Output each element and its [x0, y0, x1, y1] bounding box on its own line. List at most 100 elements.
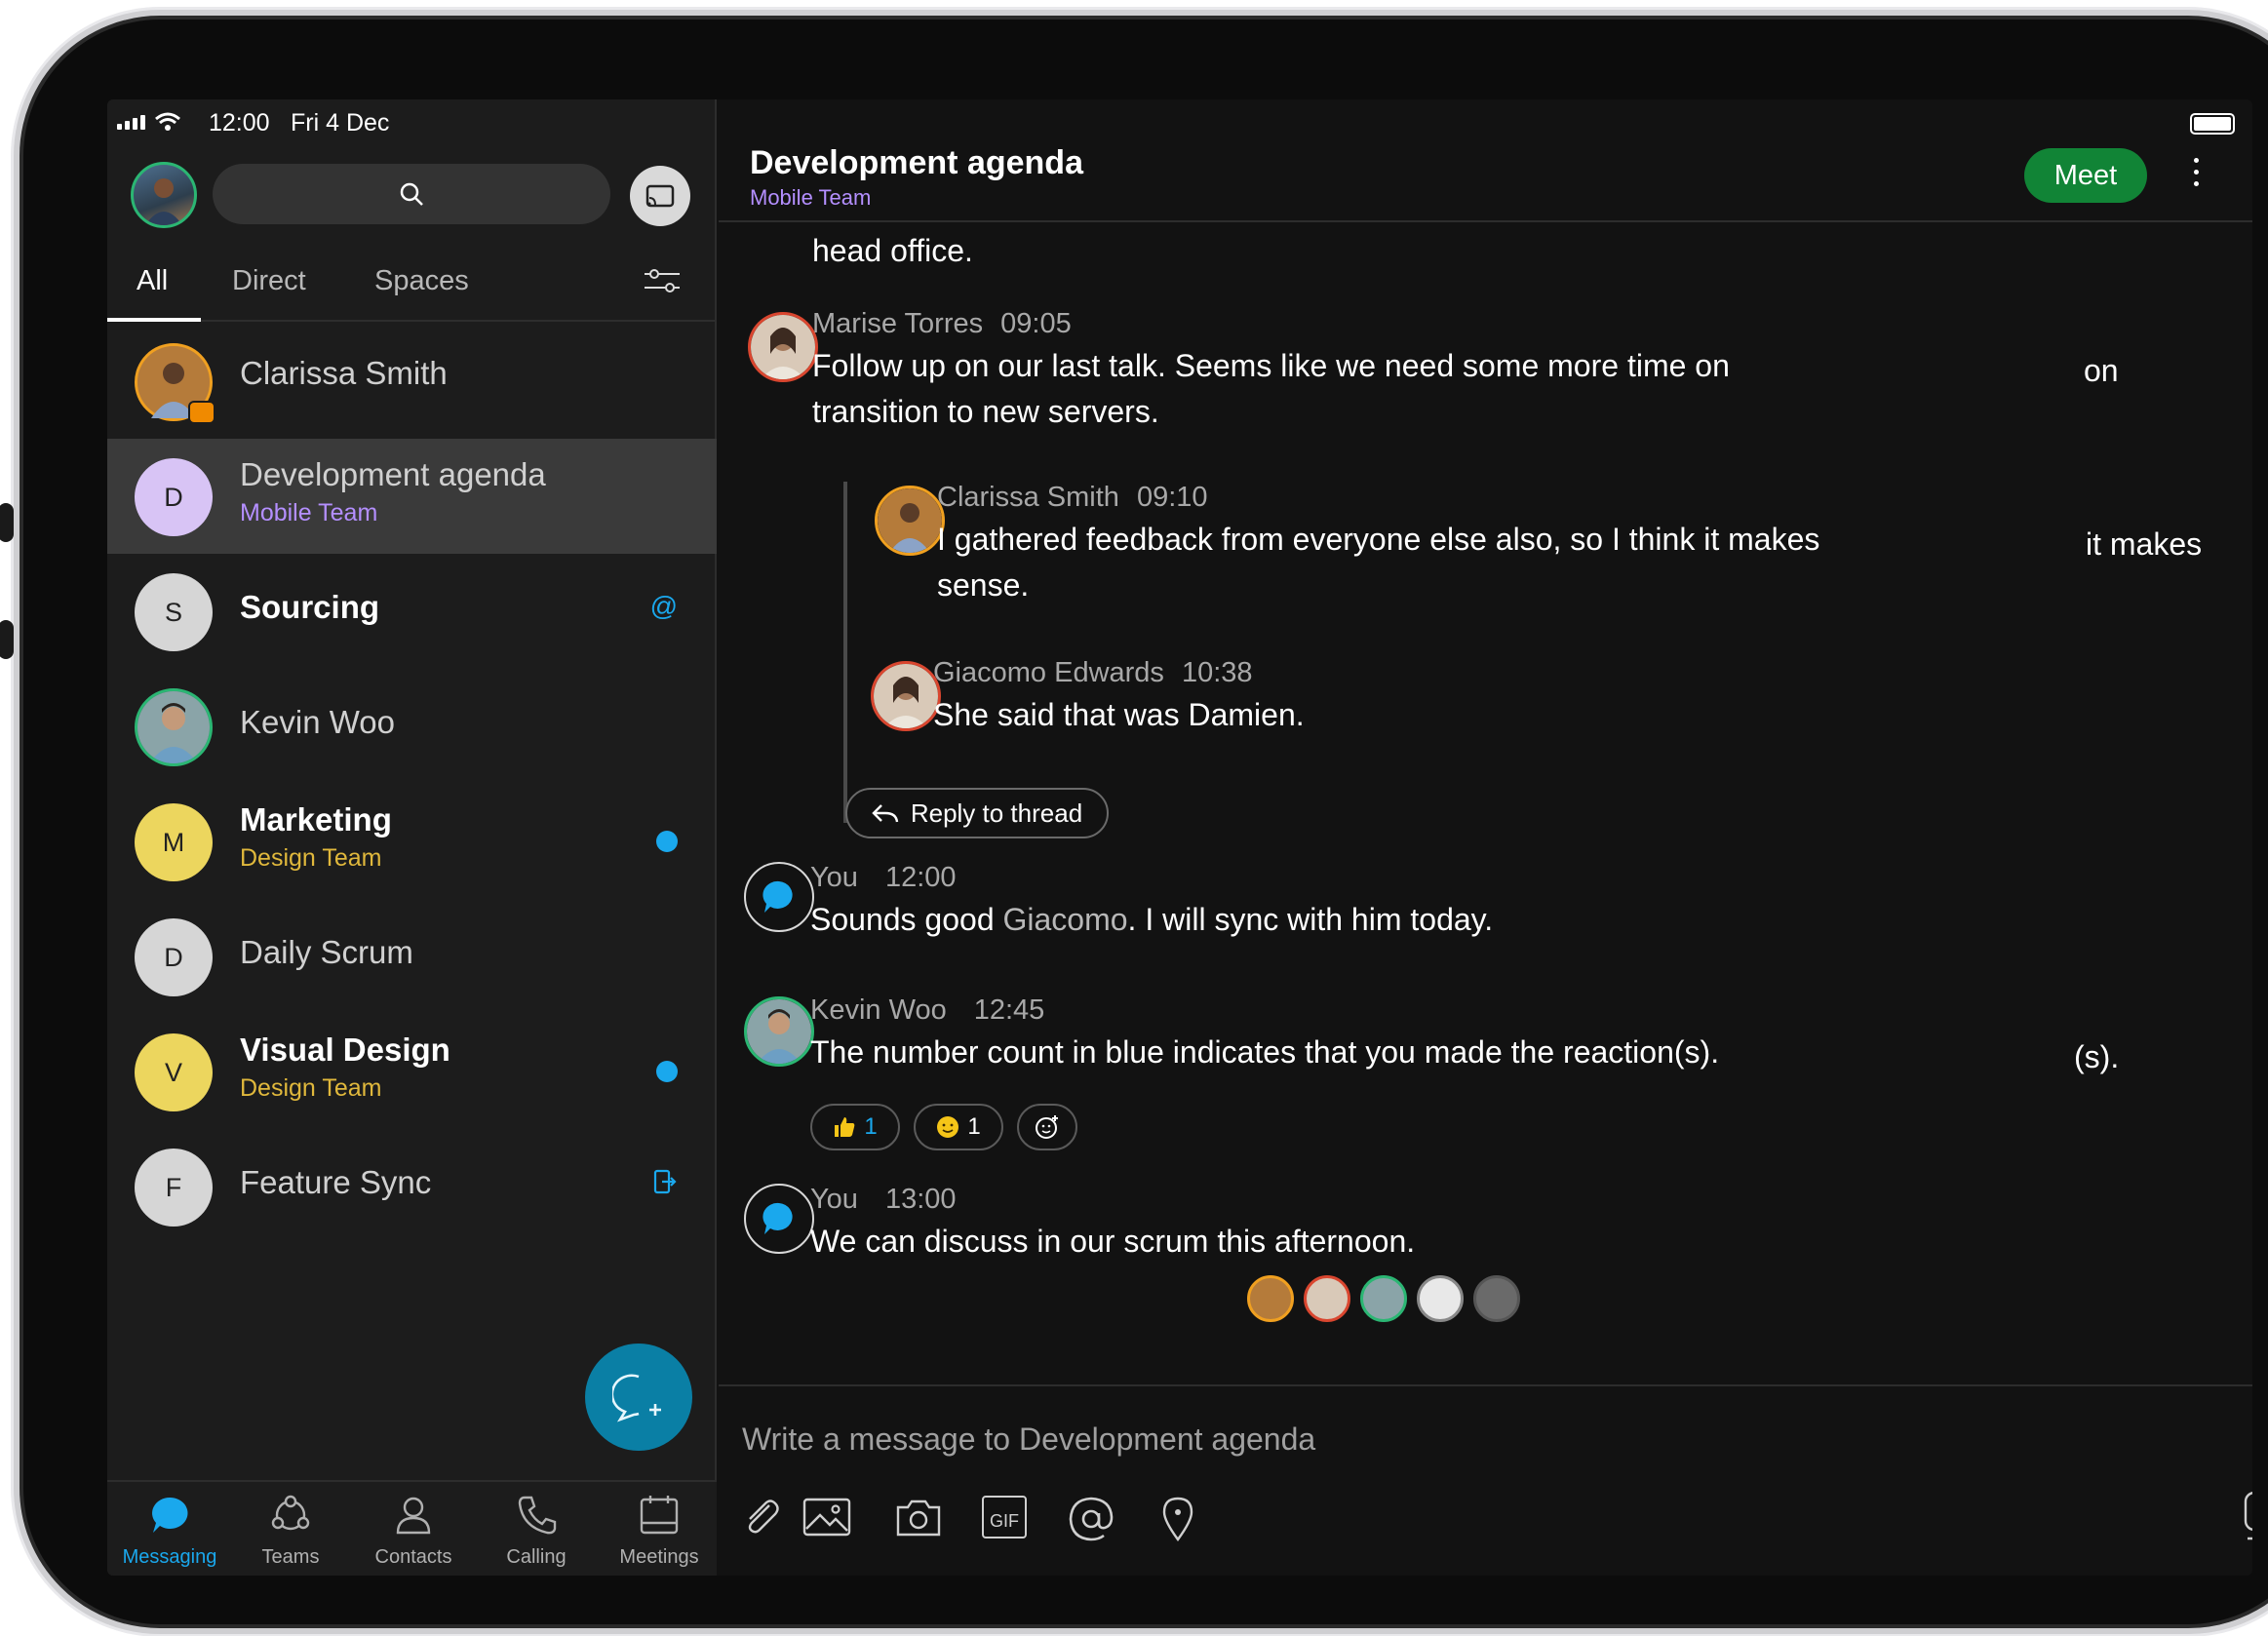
tab-spaces[interactable]: Spaces: [374, 265, 469, 297]
conversation-item-kevin-woo[interactable]: Kevin Woo: [107, 669, 717, 784]
unread-indicator: [656, 1061, 678, 1082]
conversation-tabs: All Direct Spaces: [107, 246, 717, 322]
conversation-item-sourcing[interactable]: S Sourcing @: [107, 554, 717, 669]
status-time: 12:00: [209, 109, 270, 136]
message-text: head office.: [812, 233, 973, 268]
tab-direct[interactable]: Direct: [232, 265, 306, 297]
conversation-item-development-agenda[interactable]: D Development agenda Mobile Team: [107, 439, 717, 554]
message-line: sense.: [937, 567, 1030, 603]
read-receipt-avatar: [1473, 1275, 1520, 1322]
thread-line: [843, 482, 847, 823]
message-composer: Write a message to Development agenda GI…: [719, 1384, 2252, 1576]
read-receipts[interactable]: [1247, 1275, 1520, 1322]
person-photo-icon: [878, 488, 942, 553]
tab-all[interactable]: All: [137, 265, 168, 297]
location-icon[interactable]: [1161, 1496, 1194, 1542]
person-photo-icon: [751, 315, 815, 379]
nav-meetings[interactable]: Meetings: [601, 1494, 718, 1569]
read-receipt-avatar: [1417, 1275, 1464, 1322]
tablet-frame: 12:00 Fri 4 Dec All Direct Spaces Claris…: [0, 10, 2268, 1634]
nav-messaging[interactable]: Messaging: [111, 1494, 228, 1569]
message-text-fragment: (s).: [2074, 1039, 2120, 1074]
gif-icon[interactable]: GIF: [982, 1496, 1027, 1539]
message-header: You 13:00: [810, 1184, 957, 1216]
nav-teams[interactable]: Teams: [232, 1494, 349, 1569]
reply-to-thread-button[interactable]: Reply to thread: [845, 788, 1109, 838]
avatar: V: [135, 1033, 213, 1111]
reaction-thumbs-up[interactable]: 1: [810, 1104, 900, 1150]
chat-header: Development agenda Mobile Team Meet: [719, 138, 2252, 222]
battery-icon: [2190, 113, 2235, 135]
sender-name: Marise Torres: [812, 308, 984, 339]
camera-icon[interactable]: [894, 1496, 943, 1539]
space-title: Development agenda: [750, 144, 1083, 181]
mention[interactable]: Giacomo: [1003, 902, 1128, 937]
conversation-item-visual-design[interactable]: V Visual Design Design Team: [107, 1014, 717, 1129]
more-options-icon[interactable]: [2194, 158, 2204, 193]
conversation-item-feature-sync[interactable]: F Feature Sync: [107, 1129, 717, 1244]
nav-calling[interactable]: Calling: [478, 1494, 595, 1569]
conversation-title: Marketing: [240, 801, 392, 837]
contacts-icon: [396, 1497, 431, 1535]
person-photo-icon: [874, 664, 938, 728]
volume-button: [0, 503, 14, 542]
reaction-count: 1: [967, 1113, 981, 1140]
message-time: 12:00: [884, 862, 957, 893]
active-tab-indicator: [107, 318, 201, 322]
search-bar[interactable]: [213, 164, 610, 224]
conversation-item-clarissa-smith[interactable]: Clarissa Smith: [107, 324, 717, 439]
message-time: 10:38: [1181, 657, 1253, 688]
sender-name: You: [810, 1184, 858, 1215]
sender-name: You: [810, 862, 858, 893]
screen-share-button[interactable]: [630, 166, 690, 226]
filter-icon[interactable]: [643, 265, 682, 296]
reply-label: Reply to thread: [910, 798, 1083, 828]
avatar: [135, 343, 215, 424]
avatar: [875, 486, 945, 556]
conversation-title: Clarissa Smith: [240, 355, 448, 391]
conversation-item-marketing[interactable]: M Marketing Design Team: [107, 784, 717, 899]
conversation-title: Sourcing: [240, 589, 380, 625]
mention-icon[interactable]: [1068, 1496, 1114, 1542]
message-text: The number count in blue indicates that …: [810, 1034, 1720, 1070]
read-receipt-avatar: [1247, 1275, 1294, 1322]
nav-label: Teams: [261, 1546, 320, 1568]
avatar: F: [135, 1149, 213, 1227]
conversation-title: Daily Scrum: [240, 934, 413, 970]
messaging-icon: [152, 1497, 188, 1533]
volume-button: [0, 620, 14, 659]
conversation-item-daily-scrum[interactable]: D Daily Scrum: [107, 899, 717, 1014]
add-reaction-button[interactable]: [1017, 1104, 1077, 1150]
chat-panel: Development agenda Mobile Team Meet head…: [719, 99, 2252, 1576]
reaction-count: 1: [864, 1113, 878, 1140]
self-avatar[interactable]: [131, 162, 197, 228]
wifi-icon: [155, 112, 180, 131]
avatar: [135, 688, 213, 766]
reaction-smiley[interactable]: 1: [914, 1104, 1003, 1150]
conversation-title: Kevin Woo: [240, 704, 395, 740]
message-time: 09:05: [1000, 308, 1072, 339]
messaging-icon: [763, 880, 793, 913]
reply-icon: [872, 804, 899, 823]
nav-label: Calling: [506, 1546, 567, 1568]
image-icon[interactable]: [802, 1496, 851, 1539]
cast-icon: [645, 184, 675, 208]
meet-button[interactable]: Meet: [2024, 148, 2147, 203]
person-photo-icon: [145, 178, 182, 225]
thumbs-up-icon: [835, 1117, 855, 1137]
teams-icon: [271, 1495, 310, 1531]
message-text: I gathered feedback from everyone else a…: [937, 517, 2010, 608]
nav-contacts[interactable]: Contacts: [355, 1494, 472, 1569]
paperclip-icon[interactable]: [740, 1496, 783, 1539]
avatar: D: [135, 918, 213, 996]
avatar: [748, 312, 818, 382]
conversation-subtitle: Design Team: [240, 844, 382, 872]
message-input[interactable]: Write a message to Development agenda: [742, 1422, 1315, 1458]
nav-label: Contacts: [374, 1546, 452, 1568]
smiley-icon: [937, 1116, 959, 1138]
message-line: transition to new servers.: [812, 394, 1159, 429]
nav-label: Meetings: [619, 1546, 699, 1568]
microphone-icon[interactable]: [2240, 1490, 2252, 1540]
new-message-button[interactable]: [585, 1344, 692, 1451]
space-team[interactable]: Mobile Team: [750, 185, 871, 211]
